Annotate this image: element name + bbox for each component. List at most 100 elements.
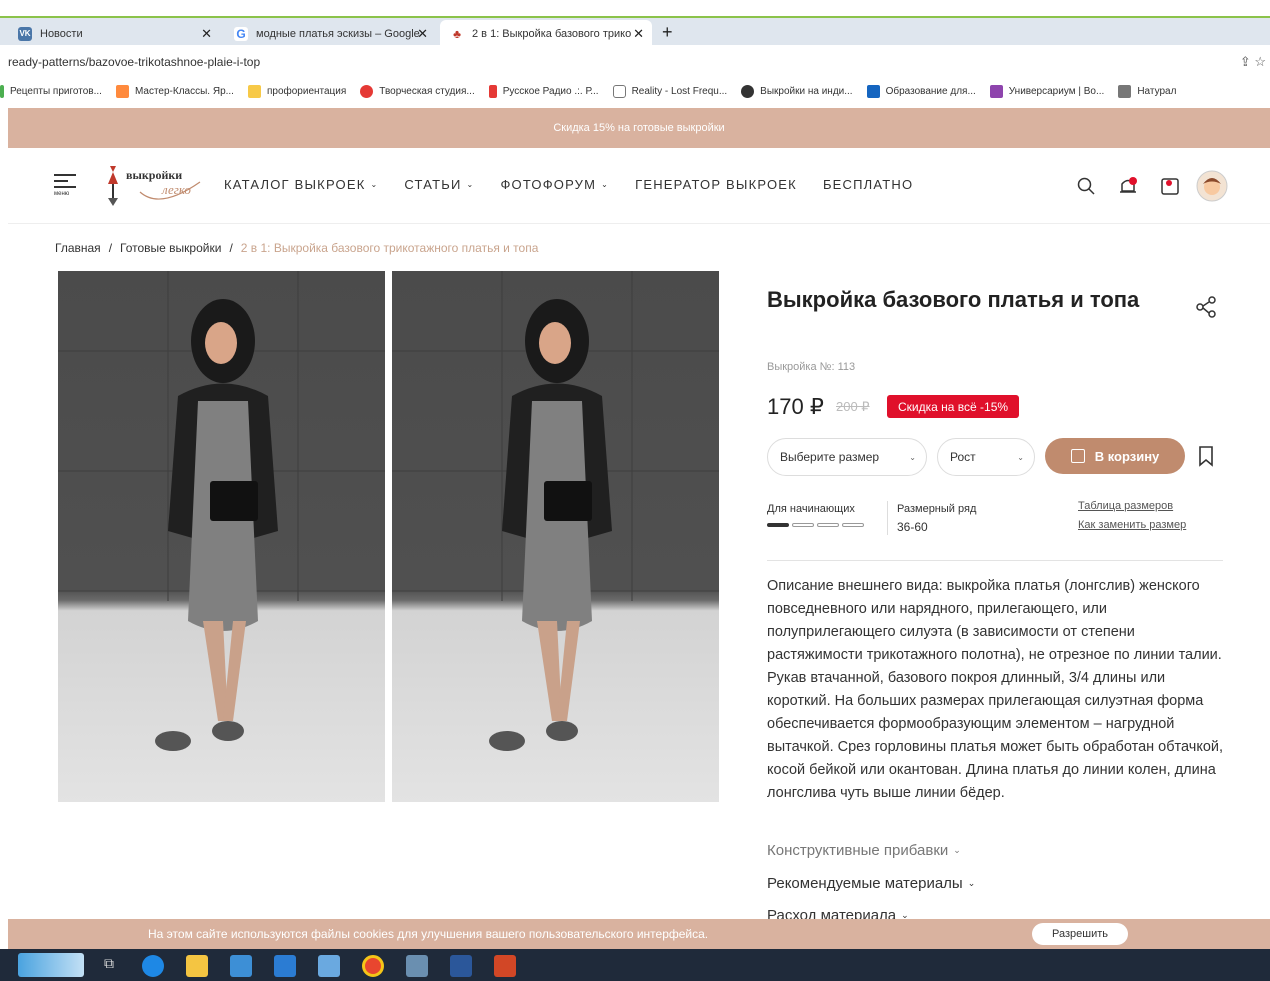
cookie-allow-button[interactable]: Разрешить (1032, 923, 1128, 945)
nav-articles[interactable]: СТАТЬИ ⌄ (404, 177, 474, 192)
app-icon[interactable] (406, 955, 428, 977)
bookmark-item[interactable]: Натурал (1118, 84, 1177, 98)
app-icon[interactable] (318, 955, 340, 977)
chrome-icon[interactable] (362, 955, 384, 977)
size-select-label: Выберите размер (780, 450, 880, 464)
hamburger-line (54, 186, 76, 188)
nav-photoforum[interactable]: ФОТОФОРУМ ⌄ (500, 177, 609, 192)
browser-tab-bar: VK Новости ✕ G модные платья эскизы – Go… (0, 16, 1270, 47)
nav-catalog[interactable]: КАТАЛОГ ВЫКРОЕК ⌄ (224, 177, 378, 192)
google-icon: G (234, 26, 248, 41)
bookmark-item[interactable]: Выкройки на инди... (741, 84, 853, 98)
breadcrumb-separator: / (229, 241, 233, 255)
cookie-text: На этом сайте используются файлы cookies… (148, 927, 709, 941)
bookmark-item[interactable]: Рецепты приготов... (0, 84, 102, 98)
bookmark-item[interactable]: Творческая студия... (360, 84, 475, 98)
product-sku: Выкройка №: 113 (767, 361, 856, 373)
cookie-banner: На этом сайте используются файлы cookies… (8, 919, 1270, 949)
bookmark-label: Натурал (1137, 85, 1177, 97)
os-taskbar: ⧉ (0, 949, 1270, 981)
notification-bell-icon[interactable] (1112, 170, 1144, 202)
new-tab-icon[interactable]: + (662, 22, 673, 43)
browser-tab-google[interactable]: G модные платья эскизы – Google ✕ (224, 20, 436, 47)
product-photo-2[interactable] (392, 271, 719, 802)
close-icon[interactable]: ✕ (201, 26, 212, 42)
menu-button[interactable]: меню (54, 174, 76, 197)
messages-icon[interactable] (1154, 170, 1186, 202)
accordion-allowances[interactable]: Конструктивные прибавки ⌄ (767, 842, 961, 859)
tab-title: 2 в 1: Выкройка базового трико (472, 27, 632, 40)
difficulty-label: Для начинающих (767, 503, 855, 515)
product-title: Выкройка базового платья и топа (767, 287, 1140, 312)
close-icon[interactable]: ✕ (417, 26, 428, 42)
bookmark-item[interactable]: Универсариум | Во... (989, 84, 1104, 98)
difficulty-bar (767, 523, 789, 527)
word-icon[interactable] (450, 955, 472, 977)
file-explorer-icon[interactable] (186, 955, 208, 977)
browser-tab-active[interactable]: ♣ 2 в 1: Выкройка базового трико ✕ (440, 20, 652, 47)
size-table-link[interactable]: Таблица размеров (1078, 500, 1173, 512)
bookmark-icon (989, 84, 1003, 98)
site-header: меню выкройки легко КАТАЛОГ ВЫКРОЕК ⌄ СТА… (8, 148, 1270, 224)
edge-icon[interactable] (142, 955, 164, 977)
nav-generator[interactable]: ГЕНЕРАТОР ВЫКРОЕК (635, 177, 797, 192)
browser-tab-news[interactable]: VK Новости ✕ (8, 20, 220, 47)
nav-label: БЕСПЛАТНО (822, 177, 914, 192)
url-text[interactable]: ready-patterns/bazovoe-trikotashnoe-plai… (8, 55, 260, 69)
powerpoint-icon[interactable] (494, 955, 516, 977)
nav-label: СТАТЬИ (404, 177, 462, 192)
size-range-label: Размерный ряд (897, 503, 977, 515)
nav-free[interactable]: БЕСПЛАТНО (823, 177, 913, 192)
breadcrumb-patterns[interactable]: Готовые выкройки (120, 241, 221, 255)
size-range-value: 36-60 (897, 520, 928, 534)
chevron-down-icon: ⌄ (909, 452, 916, 462)
close-icon[interactable]: ✕ (633, 26, 644, 42)
bookmark-label: Мастер-Классы. Яр... (134, 85, 234, 97)
start-button[interactable] (18, 953, 84, 977)
site-logo[interactable]: выкройки легко (100, 162, 210, 210)
store-icon[interactable] (230, 955, 252, 977)
bookmark-item[interactable]: Образование для... (866, 84, 976, 98)
bookmark-item[interactable]: Мастер-Классы. Яр... (115, 84, 234, 98)
chevron-down-icon: ⌄ (601, 180, 610, 189)
product-photo-1[interactable] (58, 271, 385, 802)
share-icon[interactable] (1195, 296, 1217, 318)
search-icon[interactable] (1070, 170, 1102, 202)
bookmark-item[interactable]: Reality - Lost Frequ... (612, 84, 727, 98)
product-old-price: 200 ₽ (836, 399, 870, 414)
breadcrumb: Главная / Готовые выкройки / 2 в 1: Выкр… (55, 241, 538, 255)
accordion-label: Конструктивные прибавки (767, 842, 949, 859)
folder-icon (247, 84, 261, 98)
promo-banner[interactable]: Скидка 15% на готовые выкройки (8, 108, 1270, 148)
menu-label: меню (54, 191, 70, 197)
bookmark-item[interactable]: профориентация (247, 84, 346, 98)
vk-icon: VK (18, 26, 32, 41)
bookmark-icon (1118, 84, 1132, 98)
nav-label: ГЕНЕРАТОР ВЫКРОЕК (635, 177, 797, 192)
avatar[interactable] (1196, 170, 1228, 202)
bookmark-item[interactable]: Русское Радио .:. Р... (488, 84, 599, 98)
bookmark-label: Рецепты приготов... (10, 85, 102, 97)
cart-button-label: В корзину (1094, 448, 1160, 464)
task-view-icon[interactable]: ⧉ (98, 955, 120, 977)
accordion-materials[interactable]: Рекомендуемые материалы ⌄ (767, 875, 975, 892)
model-photo (58, 271, 385, 751)
logo-text: легко (162, 182, 191, 197)
share-page-icon[interactable]: ⇪ ☆ (1240, 54, 1266, 70)
chevron-down-icon: ⌄ (466, 180, 475, 189)
breadcrumb-home[interactable]: Главная (55, 241, 101, 255)
header-icons (1070, 170, 1238, 202)
bookmark-icon[interactable] (1197, 445, 1215, 467)
size-select[interactable]: Выберите размер ⌄ (767, 438, 927, 476)
address-bar[interactable]: ready-patterns/bazovoe-trikotashnoe-plai… (0, 51, 1270, 75)
add-to-cart-button[interactable]: В корзину (1045, 438, 1185, 474)
chevron-down-icon: ⌄ (1017, 452, 1024, 462)
logo-text: выкройки (126, 168, 183, 182)
divider (887, 501, 888, 535)
height-select[interactable]: Рост ⌄ (937, 438, 1035, 476)
size-replace-link[interactable]: Как заменить размер (1078, 519, 1186, 531)
mail-icon[interactable] (274, 955, 296, 977)
bookmark-label: Образование для... (885, 85, 976, 97)
product-price: 170 ₽ (767, 394, 824, 419)
bookmark-icon (866, 84, 880, 98)
